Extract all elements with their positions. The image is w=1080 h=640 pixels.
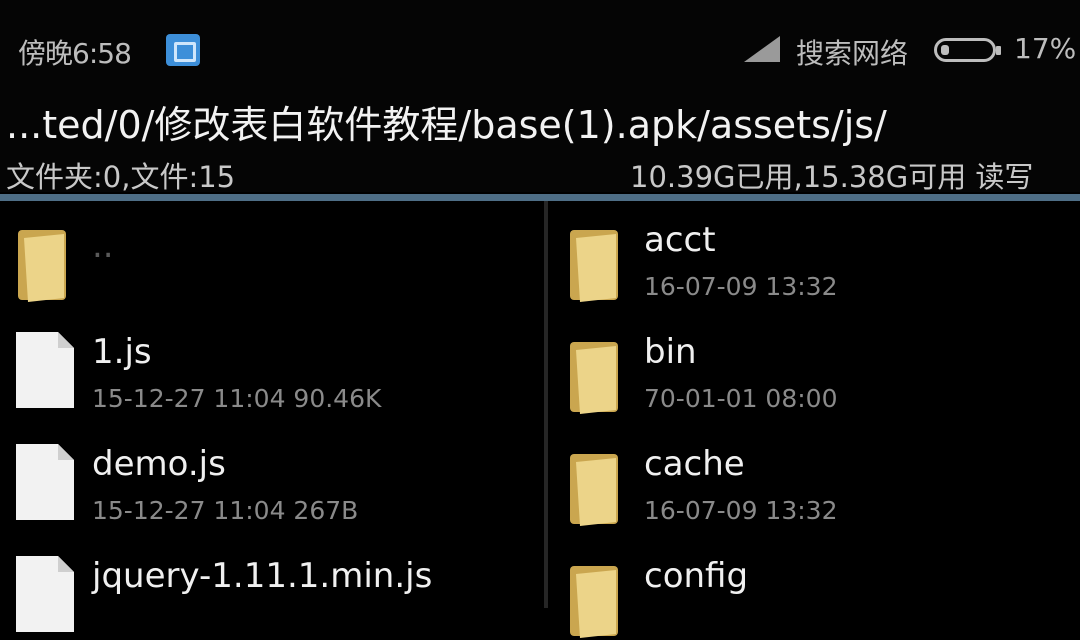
file-name: acct bbox=[644, 220, 716, 260]
signal-icon bbox=[744, 36, 780, 62]
file-name: demo.js bbox=[92, 444, 226, 484]
file-name: config bbox=[644, 556, 749, 596]
folder-icon bbox=[18, 230, 66, 302]
storage-info: 10.39G已用,15.38G可用 读写 bbox=[630, 160, 1034, 194]
battery-icon bbox=[934, 38, 1001, 62]
file-meta: 16-07-09 13:32 bbox=[644, 272, 838, 301]
header-divider bbox=[0, 194, 1080, 201]
list-item-folder[interactable]: cache 16-07-09 13:32 bbox=[548, 430, 1080, 542]
list-item-file[interactable]: 1.js 15-12-27 11:04 90.46K bbox=[0, 318, 544, 430]
file-meta: 15-12-27 11:04 90.46K bbox=[92, 384, 382, 413]
list-item-folder[interactable]: config bbox=[548, 542, 1080, 638]
file-name: jquery-1.11.1.min.js bbox=[92, 556, 433, 596]
file-meta: 70-01-01 08:00 bbox=[644, 384, 838, 413]
app-notification-icon bbox=[166, 34, 200, 66]
folder-icon bbox=[570, 342, 618, 414]
document-icon bbox=[16, 556, 74, 632]
document-icon bbox=[16, 444, 74, 520]
file-meta: 16-07-09 13:32 bbox=[644, 496, 838, 525]
list-item-file[interactable]: demo.js 15-12-27 11:04 267B bbox=[0, 430, 544, 542]
file-name: .. bbox=[92, 226, 114, 266]
info-bar: 文件夹:0,文件:15 10.39G已用,15.38G可用 读写 bbox=[0, 150, 1080, 194]
path-bar[interactable]: ...ted/0/修改表白软件教程/base(1).apk/assets/js/ bbox=[0, 84, 1080, 150]
folder-icon bbox=[570, 230, 618, 302]
current-path[interactable]: ...ted/0/修改表白软件教程/base(1).apk/assets/js/ bbox=[6, 94, 887, 149]
folder-icon bbox=[570, 566, 618, 638]
file-name: cache bbox=[644, 444, 745, 484]
file-name: bin bbox=[644, 332, 697, 372]
file-name: 1.js bbox=[92, 332, 152, 372]
carrier-status: 搜索网络 bbox=[796, 37, 909, 70]
status-time: 傍晚6:58 bbox=[18, 37, 132, 70]
document-icon bbox=[16, 332, 74, 408]
battery-percentage: 17% bbox=[1014, 32, 1077, 65]
folder-icon bbox=[570, 454, 618, 526]
list-item-file[interactable]: jquery-1.11.1.min.js bbox=[0, 542, 544, 632]
status-bar: 傍晚6:58 搜索网络 17% bbox=[0, 0, 1080, 84]
list-item-folder[interactable]: bin 70-01-01 08:00 bbox=[548, 318, 1080, 430]
list-item-folder[interactable]: acct 16-07-09 13:32 bbox=[548, 206, 1080, 318]
list-item-parent-dir[interactable]: .. bbox=[0, 206, 544, 318]
file-meta: 15-12-27 11:04 267B bbox=[92, 496, 359, 525]
item-counts: 文件夹:0,文件:15 bbox=[6, 160, 236, 194]
